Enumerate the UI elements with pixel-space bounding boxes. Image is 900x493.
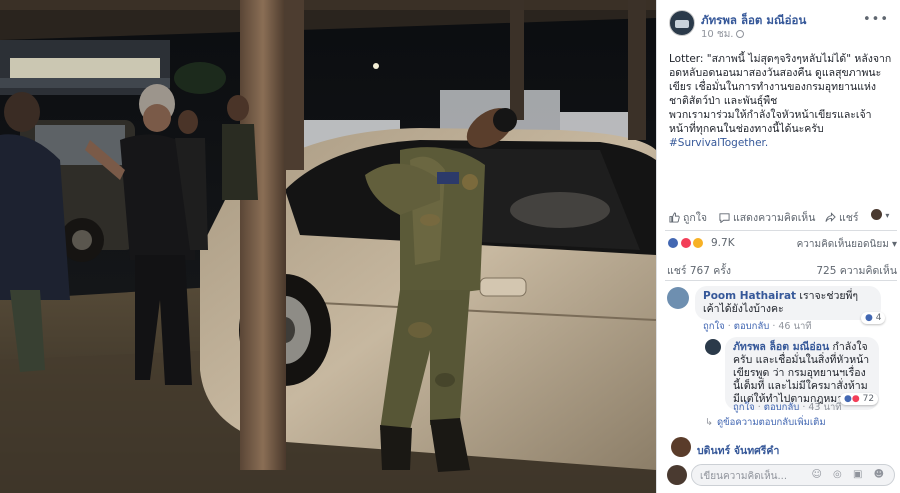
post-text-second: พวกเรามาร่วมให้กำลังใจหัวหน้าเขียรและเจ้… bbox=[669, 109, 872, 135]
comment-time: 46 นาที bbox=[778, 321, 812, 332]
share-label: แชร์ bbox=[839, 212, 859, 224]
reply-reply-link[interactable]: ตอบกลับ bbox=[764, 402, 800, 413]
audience-selector[interactable]: ▾ bbox=[871, 209, 889, 221]
post-time-text: 10 ชม. bbox=[701, 29, 734, 40]
comment-author-link[interactable]: บดินทร์ จันทศรีคำ bbox=[697, 442, 779, 459]
more-options-icon[interactable]: ••• bbox=[863, 12, 889, 27]
comment-reaction-count: 4 bbox=[875, 313, 882, 323]
thumbs-up-icon bbox=[669, 212, 680, 223]
reaction-icons bbox=[667, 236, 704, 249]
like-button[interactable]: ถูกใจ bbox=[669, 209, 707, 226]
chevron-down-icon: ▾ bbox=[891, 239, 897, 250]
share-comment-stats: แชร์ 767 ครั้ง 725 ความคิดเห็น bbox=[665, 258, 897, 279]
reply-meta: ถูกใจ · ตอบกลับ · 43 นาที bbox=[733, 402, 842, 413]
post-header: ภัทรพล ล็อต มณีอ่อน 10 ชม. ••• bbox=[669, 10, 893, 44]
comment-input-icons[interactable]: ☺ ◎ ▣ ☻ bbox=[811, 469, 888, 480]
write-comment-row: เขียนความคิดเห็น... ☺ ◎ ▣ ☻ bbox=[665, 462, 897, 488]
comment-reply-link[interactable]: ตอบกลับ bbox=[734, 321, 770, 332]
comment-bubble: Poom Hathairat เราจะช่วยพี่ๆเค้าได้ยังไง… bbox=[695, 286, 881, 320]
reply-author-link[interactable]: ภัทรพล ล็อต มณีอ่อน bbox=[733, 341, 829, 353]
post-timestamp[interactable]: 10 ชม. bbox=[701, 27, 745, 42]
comment-meta: ถูกใจ · ตอบกลับ · 46 นาที bbox=[703, 321, 812, 332]
haha-reaction-icon bbox=[692, 237, 704, 249]
post-actions: ถูกใจ แสดงความคิดเห็น แชร์ ▾ bbox=[665, 205, 897, 227]
post-body: Lotter: "สภาพนี้ ไม่สุดๆจริงๆหลับไม่ได้"… bbox=[669, 52, 895, 150]
comment-author-link[interactable]: Poom Hathairat bbox=[703, 290, 796, 302]
user-avatar-mini-icon bbox=[871, 209, 882, 220]
like-label: ถูกใจ bbox=[683, 212, 707, 224]
page-avatar[interactable] bbox=[669, 10, 695, 36]
post-photo[interactable] bbox=[0, 0, 656, 493]
comment-button[interactable]: แสดงความคิดเห็น bbox=[719, 209, 815, 226]
post-sidebar: ภัทรพล ล็อต มณีอ่อน 10 ชม. ••• Lotter: "… bbox=[656, 0, 900, 493]
view-more-replies-link[interactable]: ↳ ดูข้อความตอบกลับเพิ่มเติม bbox=[705, 415, 826, 430]
like-reaction-icon bbox=[667, 237, 679, 249]
reply-reaction-badge[interactable]: ●● 72 bbox=[840, 393, 879, 405]
share-button[interactable]: แชร์ bbox=[825, 209, 859, 226]
comment-sort-dropdown[interactable]: ความคิดเห็นยอดนิยม ▾ bbox=[797, 237, 897, 252]
love-reaction-icon bbox=[679, 237, 692, 249]
hashtag-link[interactable]: #SurvivalTogether. bbox=[669, 137, 768, 149]
like-reaction-icon: ● bbox=[844, 394, 852, 404]
comment-input-placeholder: เขียนความคิดเห็น... bbox=[700, 471, 788, 482]
comment-count-link[interactable]: 725 ความคิดเห็น bbox=[816, 262, 897, 279]
chevron-down-icon: ▾ bbox=[885, 211, 890, 220]
globe-icon bbox=[736, 30, 745, 38]
comments-section: Poom Hathairat เราจะช่วยพี่ๆเค้าได้ยังไง… bbox=[665, 280, 897, 457]
commenter-avatar[interactable] bbox=[667, 287, 689, 309]
reply-arrow-icon: ↳ bbox=[705, 417, 713, 428]
share-count-link[interactable]: แชร์ 767 ครั้ง bbox=[667, 262, 731, 279]
reaction-count: 9.7K bbox=[711, 237, 735, 249]
reply-like-link[interactable]: ถูกใจ bbox=[733, 402, 755, 413]
reply-reaction-count: 72 bbox=[862, 394, 875, 404]
share-icon bbox=[825, 212, 836, 222]
comment-like-link[interactable]: ถูกใจ bbox=[703, 321, 725, 332]
like-reaction-icon: ● bbox=[865, 313, 873, 323]
reactions-summary[interactable]: 9.7K ความคิดเห็นยอดนิยม ▾ bbox=[665, 230, 897, 252]
comment-input[interactable]: เขียนความคิดเห็น... ☺ ◎ ▣ ☻ bbox=[691, 464, 895, 486]
reply-time: 43 นาที bbox=[808, 402, 842, 413]
post-text-main: Lotter: "สภาพนี้ ไม่สุดๆจริงๆหลับไม่ได้"… bbox=[669, 53, 892, 107]
reply-avatar[interactable] bbox=[705, 339, 721, 355]
love-reaction-icon: ● bbox=[851, 394, 860, 404]
commenter-avatar[interactable] bbox=[671, 437, 691, 457]
more-replies-label: ดูข้อความตอบกลับเพิ่มเติม bbox=[716, 417, 826, 428]
photo-scene bbox=[0, 0, 656, 493]
comment-icon bbox=[719, 213, 730, 223]
comment-label: แสดงความคิดเห็น bbox=[733, 212, 816, 224]
comment-reaction-badge[interactable]: ● 4 bbox=[861, 312, 886, 324]
sort-label-text: ความคิดเห็นยอดนิยม bbox=[796, 239, 889, 250]
current-user-avatar bbox=[667, 465, 687, 485]
